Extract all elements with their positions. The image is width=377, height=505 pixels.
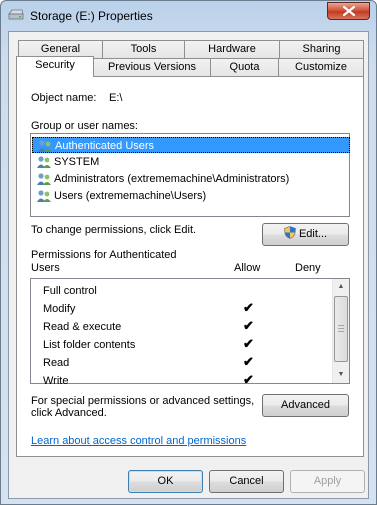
tab-previous-versions[interactable]: Previous Versions [93, 58, 211, 76]
permission-row-full-control: Full control [43, 285, 97, 297]
users-icon [38, 140, 52, 152]
permissions-label-line2: Users [31, 262, 60, 274]
allow-check-icon: ✔ [243, 300, 254, 315]
dialog-client: General Tools Hardware Sharing Security … [8, 31, 369, 499]
drive-icon [8, 9, 24, 20]
allow-check-icon: ✔ [243, 372, 254, 387]
group-item-users[interactable]: Users (extrememachine\Users) [32, 188, 350, 204]
shield-icon [284, 226, 296, 239]
permission-row-write: Write [43, 375, 69, 387]
properties-window: Storage (E:) Properties General Tools Ha… [0, 0, 377, 505]
learn-access-control-link[interactable]: Learn about access control and permissio… [31, 435, 246, 447]
apply-button[interactable]: Apply [290, 470, 365, 493]
special-permissions-line1: For special permissions or advanced sett… [31, 395, 255, 407]
tab-customize[interactable]: Customize [278, 58, 364, 76]
group-item-administrators[interactable]: Administrators (extrememachine\Administr… [32, 171, 350, 187]
cancel-button[interactable]: Cancel [209, 470, 284, 493]
edit-button[interactable]: Edit... [262, 223, 349, 246]
group-item-label: Authenticated Users [55, 140, 155, 152]
allow-check-icon: ✔ [243, 354, 254, 369]
permission-row-list-folder: List folder contents [43, 339, 136, 351]
deny-header: Deny [295, 262, 321, 274]
group-item-system[interactable]: SYSTEM [32, 154, 350, 170]
permission-row-read: Read [43, 357, 70, 369]
scroll-up-icon[interactable]: ▲ [333, 279, 349, 295]
group-item-label: Administrators (extrememachine\Administr… [54, 173, 290, 185]
permissions-label-line1: Permissions for Authenticated [31, 249, 177, 261]
allow-check-icon: ✔ [243, 318, 254, 333]
allow-check-icon: ✔ [243, 336, 254, 351]
window-title: Storage (E:) Properties [30, 9, 153, 23]
permissions-scrollbar[interactable]: ▲ — — — ▼ [332, 279, 349, 383]
close-button[interactable] [327, 2, 370, 20]
change-permissions-text: To change permissions, click Edit. [31, 224, 197, 236]
permission-row-modify: Modify [43, 303, 76, 315]
advanced-button[interactable]: Advanced [262, 394, 349, 417]
grip-icon: — — — [338, 323, 344, 335]
close-icon [342, 6, 355, 16]
group-item-authenticated-users[interactable]: Authenticated Users [32, 137, 350, 153]
edit-button-label: Edit... [298, 228, 328, 240]
object-name-value: E:\ [109, 92, 123, 104]
users-icon [37, 173, 51, 185]
title-bar[interactable]: Storage (E:) Properties [1, 1, 376, 31]
group-item-label: SYSTEM [54, 156, 100, 168]
special-permissions-line2: click Advanced. [31, 407, 107, 419]
allow-header: Allow [234, 262, 261, 274]
object-name-label: Object name: [31, 92, 97, 104]
tab-security[interactable]: Security [16, 56, 94, 77]
permissions-list[interactable]: Full control Modify Read & execute List … [30, 278, 350, 387]
group-list[interactable]: Authenticated Users SYSTEM Administrator… [30, 133, 350, 217]
tab-quota[interactable]: Quota [210, 58, 279, 76]
scroll-down-icon[interactable]: ▼ [333, 367, 349, 383]
group-names-label: Group or user names: [31, 120, 138, 132]
ok-button[interactable]: OK [128, 470, 203, 493]
users-icon [37, 156, 51, 168]
group-item-label: Users (extrememachine\Users) [54, 190, 207, 202]
tab-hardware[interactable]: Hardware [184, 40, 280, 58]
permission-row-read-execute: Read & execute [43, 321, 122, 333]
users-icon [37, 190, 51, 202]
tab-sharing[interactable]: Sharing [279, 40, 364, 58]
security-panel: Object name: E:\ Group or user names: Au… [16, 76, 364, 457]
scroll-thumb[interactable]: — — — [334, 296, 348, 362]
tab-tools[interactable]: Tools [102, 40, 185, 58]
